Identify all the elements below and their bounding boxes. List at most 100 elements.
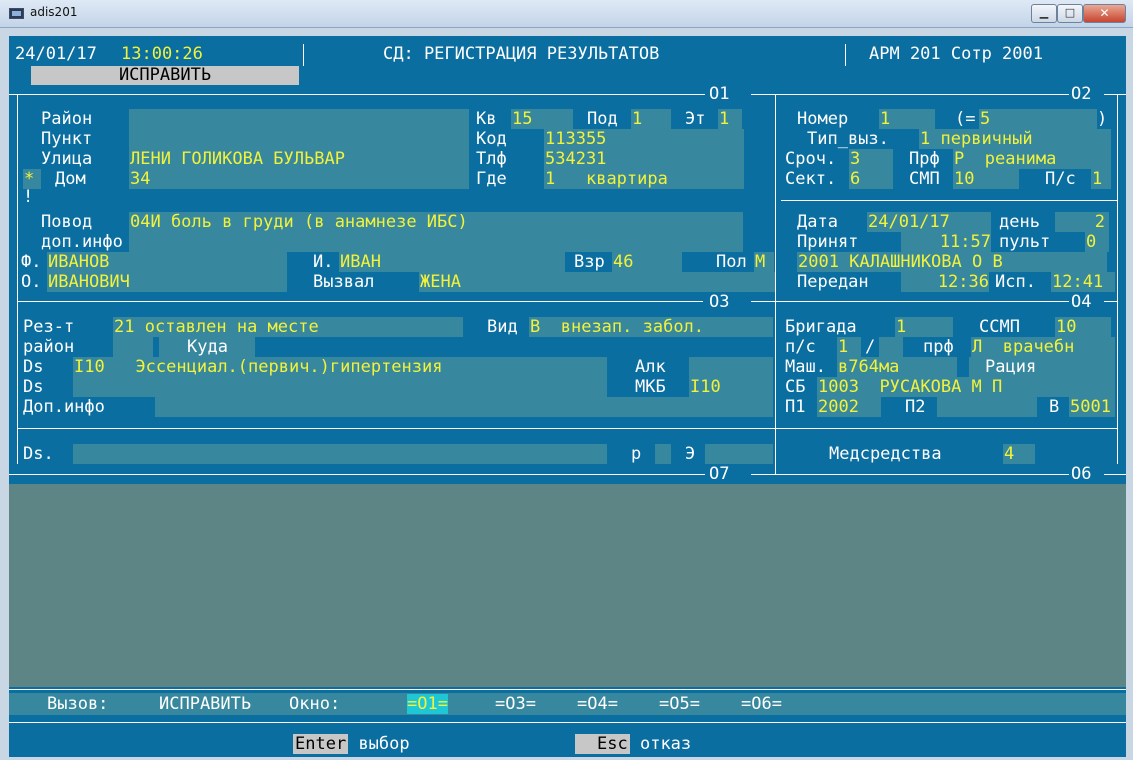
kv-label: Кв [476,109,497,129]
vzr-field[interactable]: 46 [612,252,682,272]
kv-field[interactable]: 15 [511,109,573,129]
brigada-field[interactable]: 1 [895,317,953,337]
imya-field[interactable]: ИВАН [339,252,565,272]
data-field[interactable]: 24/01/17 [867,212,991,232]
pod-field[interactable]: 1 [631,109,671,129]
prinyat-field[interactable]: 11:57 [901,232,991,252]
o3-rayon-field[interactable] [113,337,153,357]
nomer-field[interactable]: 1 [879,109,935,129]
smp-field[interactable]: 10 [953,169,1019,189]
okno-o5[interactable]: =О5= [659,694,700,714]
dop-info-label: доп.инфо [41,232,123,252]
ulica-field[interactable]: ЛЕНИ ГОЛИКОВА БУЛЬВАР [129,149,469,169]
familiya-label: Ф. [21,252,42,272]
peredan-field[interactable]: 12:36 [901,272,989,292]
v-field[interactable]: 5001 [1069,397,1115,417]
punkt-field[interactable] [129,129,469,149]
ds-label: Ds [23,357,44,377]
data-label: Дата [797,212,838,232]
rayon-label: Район [41,109,93,129]
o3-dop-info-field[interactable] [155,397,773,417]
tlf-label: Тлф [476,149,507,169]
med-field[interactable]: 4 [1003,444,1035,464]
rezt-field[interactable]: 21 оставлен на месте [113,317,463,337]
okno-o1[interactable]: =О1= [407,694,448,714]
povod-label: Повод [41,212,93,232]
v-label: В [1049,397,1060,417]
sekt-label: Сект. [785,169,837,189]
dom-label: Дом [55,169,86,189]
gde-label: Где [476,169,507,189]
isp-field[interactable]: 12:41 [1051,272,1115,292]
enter-hint[interactable]: Enter выбор [293,734,410,754]
excl-marker: ! [23,187,34,207]
o3-rayon-label: район [23,337,75,357]
vyzval-label: Вызвал [313,272,375,292]
vzr-label: Взр [574,252,605,272]
ps-field[interactable]: 1 [1091,169,1111,189]
o7-ds-field[interactable] [73,444,607,464]
eq-field[interactable]: 5 [979,109,1097,129]
vyzval-field[interactable]: ЖЕНА [419,272,775,292]
e-label: Э [685,444,696,464]
ssmp-label: ССМП [979,317,1020,337]
rayon-field[interactable] [129,109,469,129]
sb-field[interactable]: 1003 РУСАКОВА М П [817,377,1115,397]
r-field[interactable] [655,444,671,464]
maximize-icon: □ [1064,6,1076,19]
pult-field[interactable]: 0 [1085,232,1109,252]
ps-label: П/с [1045,169,1076,189]
mkb-field[interactable]: I10 [689,377,773,397]
kuda-field[interactable]: Куда [159,337,255,357]
tlf-field[interactable]: 534231 [544,149,744,169]
close-button[interactable]: ✕ [1083,4,1126,23]
ds2-field[interactable] [73,377,607,397]
tab-ispravit[interactable]: ИСПРАВИТЬ [31,66,299,85]
o4-ps-field[interactable]: 1 [837,337,861,357]
esc-label: отказ [639,734,692,754]
mash-label: Маш. [785,357,826,377]
dom-field[interactable]: 34 [129,169,469,189]
den-field[interactable]: 2 [1055,212,1109,232]
alk-label: Алк [635,357,666,377]
prf-field[interactable]: Р реанима [953,149,1111,169]
et-field[interactable]: 1 [718,109,742,129]
punkt-label: Пункт [41,129,93,149]
otchestvo-field[interactable]: ИВАНОВИЧ [47,272,287,292]
vid-field[interactable]: В внезап. забол. [529,317,773,337]
okno-o6[interactable]: =О6= [741,694,782,714]
o4-prf-field[interactable]: Л врачебн [971,337,1115,357]
vid-label: Вид [487,317,518,337]
sroch-field[interactable]: 3 [849,149,893,169]
p1-field[interactable]: 2002 [817,397,881,417]
minimize-button[interactable]: ▁ [1031,4,1057,23]
ssmp-field[interactable]: 10 [1055,317,1111,337]
o3-dop-info-label: Доп.инфо [23,397,105,417]
o4-ps2-field[interactable] [879,337,903,357]
ds-field[interactable]: I10 Эссенциал.(первич.)гипертензия [73,357,607,377]
esc-hint[interactable]: Esc отказ [575,734,691,754]
prinyat-label: Принят [797,232,859,252]
maximize-button[interactable]: □ [1057,4,1083,23]
peredan-label: Передан [797,272,869,292]
empty-area [9,484,1126,687]
povod-field[interactable]: 04И боль в груди (в анамнезе ИБС) [129,212,743,232]
raciya-field[interactable]: Рация [969,357,1115,377]
okno-o4[interactable]: =О4= [577,694,618,714]
p2-field[interactable] [937,397,1037,417]
tip-field[interactable]: 1 первичный [919,129,1111,149]
sekt-field[interactable]: 6 [849,169,893,189]
operator-field[interactable]: 2001 КАЛАШНИКОВА О В [797,252,1107,272]
familiya-field[interactable]: ИВАНОВ [47,252,287,272]
dop-info-field[interactable] [129,232,743,252]
otchestvo-label: О. [21,272,42,292]
pol-field[interactable]: М [754,252,774,272]
kod-field[interactable]: 113355 [544,129,744,149]
gde-field[interactable]: 1 квартира [544,169,744,189]
e-field[interactable] [705,444,773,464]
eq-close: ) [1097,109,1108,129]
o4-prf-label: прф [923,337,954,357]
alk-field[interactable] [689,357,773,377]
okno-o3[interactable]: =О3= [495,694,536,714]
mash-field[interactable]: в764ма [837,357,957,377]
